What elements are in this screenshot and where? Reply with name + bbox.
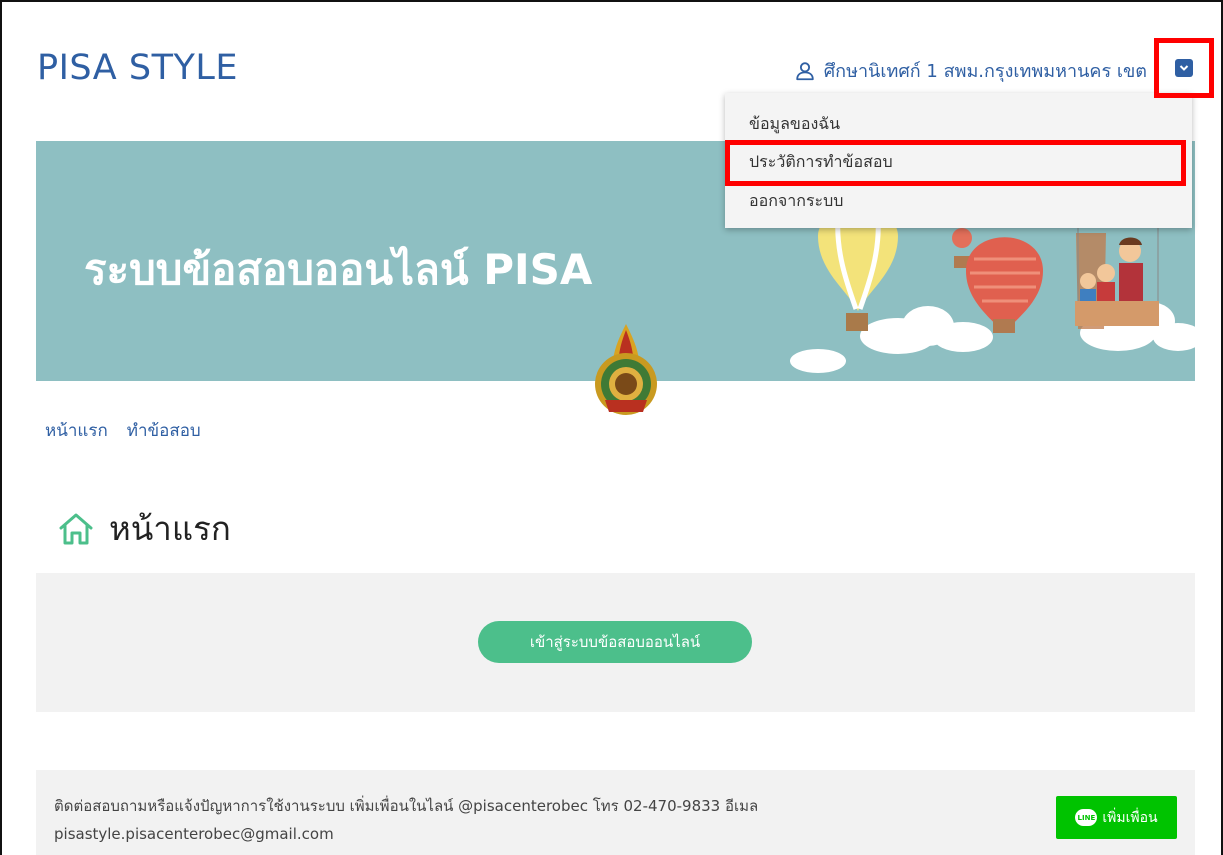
banner-title: ระบบข้อสอบออนไลน์ PISA (84, 245, 593, 294)
school-emblem (595, 324, 657, 415)
brand-logo[interactable]: PISA STYLE (37, 48, 238, 88)
highlight-dropdown-button (1154, 38, 1214, 98)
main-panel: เข้าสู่ระบบข้อสอบออนไลน์ (36, 573, 1195, 712)
home-icon (59, 513, 93, 544)
footer-contact-text: ติดต่อสอบถามหรือแจ้งปัญหาการใช้งานระบบ เ… (54, 797, 759, 843)
page-title: หน้าแรก (109, 509, 231, 548)
line-add-friend-label: เพิ่มเพื่อน (1102, 809, 1158, 826)
nav-take-exam-link[interactable]: ทำข้อสอบ (127, 417, 201, 444)
user-name: ศึกษานิเทศก์ 1 สพม.กรุงเทพมหานคร เขต (823, 61, 1147, 82)
menu-item-my-profile[interactable]: ข้อมูลของฉัน (749, 112, 840, 137)
page-heading: หน้าแรก (57, 502, 231, 555)
nav-home-link[interactable]: หน้าแรก (45, 417, 108, 444)
user-icon (796, 61, 814, 80)
footer: ติดต่อสอบถามหรือแจ้งปัญหาการใช้งานระบบ เ… (36, 770, 1195, 855)
user-menu[interactable]: ศึกษานิเทศก์ 1 สพม.กรุงเทพมหานคร เขต (794, 56, 1147, 85)
line-logo-icon: LINE (1075, 809, 1098, 826)
breadcrumb-nav: หน้าแรก ทำข้อสอบ (45, 417, 201, 444)
menu-item-logout[interactable]: ออกจากระบบ (749, 189, 843, 214)
highlight-exam-history (725, 140, 1186, 186)
enter-online-exam-button[interactable]: เข้าสู่ระบบข้อสอบออนไลน์ (478, 621, 752, 663)
line-add-friend-button[interactable]: LINE เพิ่มเพื่อน (1056, 796, 1177, 839)
